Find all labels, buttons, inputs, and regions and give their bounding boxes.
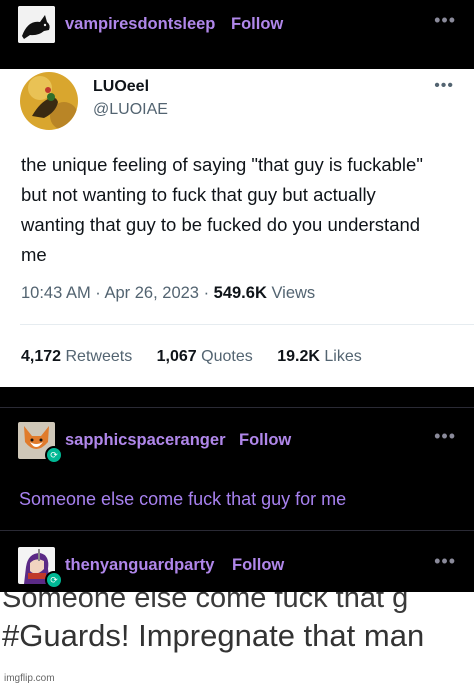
reblog-author-name[interactable]: thenyanguardparty bbox=[65, 556, 214, 575]
tweet-time[interactable]: 10:43 AM bbox=[21, 284, 91, 302]
post-author-name[interactable]: vampiresdontsleep bbox=[65, 15, 215, 34]
tweet-handle[interactable]: @LUOIAE bbox=[93, 101, 168, 119]
quotes-stat[interactable]: 1,067 Quotes bbox=[157, 348, 253, 365]
divider bbox=[20, 324, 474, 325]
tweet-display-name[interactable]: LUOeel bbox=[93, 78, 149, 96]
frog-avatar-icon bbox=[20, 72, 78, 130]
more-dots-icon[interactable]: ••• bbox=[434, 426, 456, 447]
reblog-author-name[interactable]: sapphicspaceranger bbox=[65, 431, 226, 450]
quotes-label: Quotes bbox=[201, 348, 253, 365]
likes-stat[interactable]: 19.2K Likes bbox=[277, 348, 362, 365]
retweets-stat[interactable]: 4,172 Retweets bbox=[21, 348, 132, 365]
follow-button[interactable]: Follow bbox=[239, 431, 291, 450]
post-header: vampiresdontsleep Follow ••• bbox=[0, 0, 474, 48]
tweet-date[interactable]: Apr 26, 2023 bbox=[104, 284, 199, 302]
reblog-header: ⟳ sapphicspaceranger Follow ••• bbox=[0, 416, 474, 464]
reblog-badge-icon: ⟳ bbox=[45, 446, 63, 464]
follow-button[interactable]: Follow bbox=[232, 556, 284, 575]
reblog-comment: Someone else come fuck that guy for me bbox=[19, 489, 347, 509]
meme-caption-panel: Someone else come fuck that g #Guards! I… bbox=[0, 592, 474, 690]
retweets-count: 4,172 bbox=[21, 348, 62, 365]
retweets-label: Retweets bbox=[65, 348, 133, 365]
quotes-count: 1,067 bbox=[156, 348, 197, 365]
avatar[interactable] bbox=[18, 6, 55, 43]
follow-button[interactable]: Follow bbox=[231, 15, 283, 34]
reblog-badge-icon: ⟳ bbox=[45, 571, 63, 589]
likes-count: 19.2K bbox=[277, 348, 320, 365]
likes-label: Likes bbox=[324, 348, 362, 365]
cat-avatar-icon bbox=[18, 6, 55, 43]
tweet-stats: 4,172 Retweets 1,067 Quotes 19.2K Likes bbox=[21, 348, 382, 366]
watermark: imgflip.com bbox=[4, 673, 55, 684]
tweet-meta: 10:43 AM · Apr 26, 2023 · 549.6K Views bbox=[21, 284, 316, 302]
more-dots-icon[interactable]: ••• bbox=[434, 10, 456, 31]
meme-caption: #Guards! Impregnate that man bbox=[2, 618, 425, 653]
tweet-avatar[interactable] bbox=[20, 72, 78, 130]
tweet-more-dots-icon[interactable]: ••• bbox=[434, 77, 454, 95]
cutoff-text: Someone else come fuck that g bbox=[2, 592, 409, 614]
divider bbox=[0, 530, 474, 531]
tweet-text: the unique feeling of saying "that guy i… bbox=[21, 154, 423, 265]
views-count: 549.6K bbox=[213, 284, 267, 302]
tweet-card: LUOeel @LUOIAE ••• the unique feeling of… bbox=[0, 69, 474, 387]
views-label: Views bbox=[271, 284, 316, 302]
more-dots-icon[interactable]: ••• bbox=[434, 551, 456, 572]
reblog-header: ⟳ thenyanguardparty Follow ••• bbox=[0, 541, 474, 589]
divider bbox=[0, 407, 474, 408]
